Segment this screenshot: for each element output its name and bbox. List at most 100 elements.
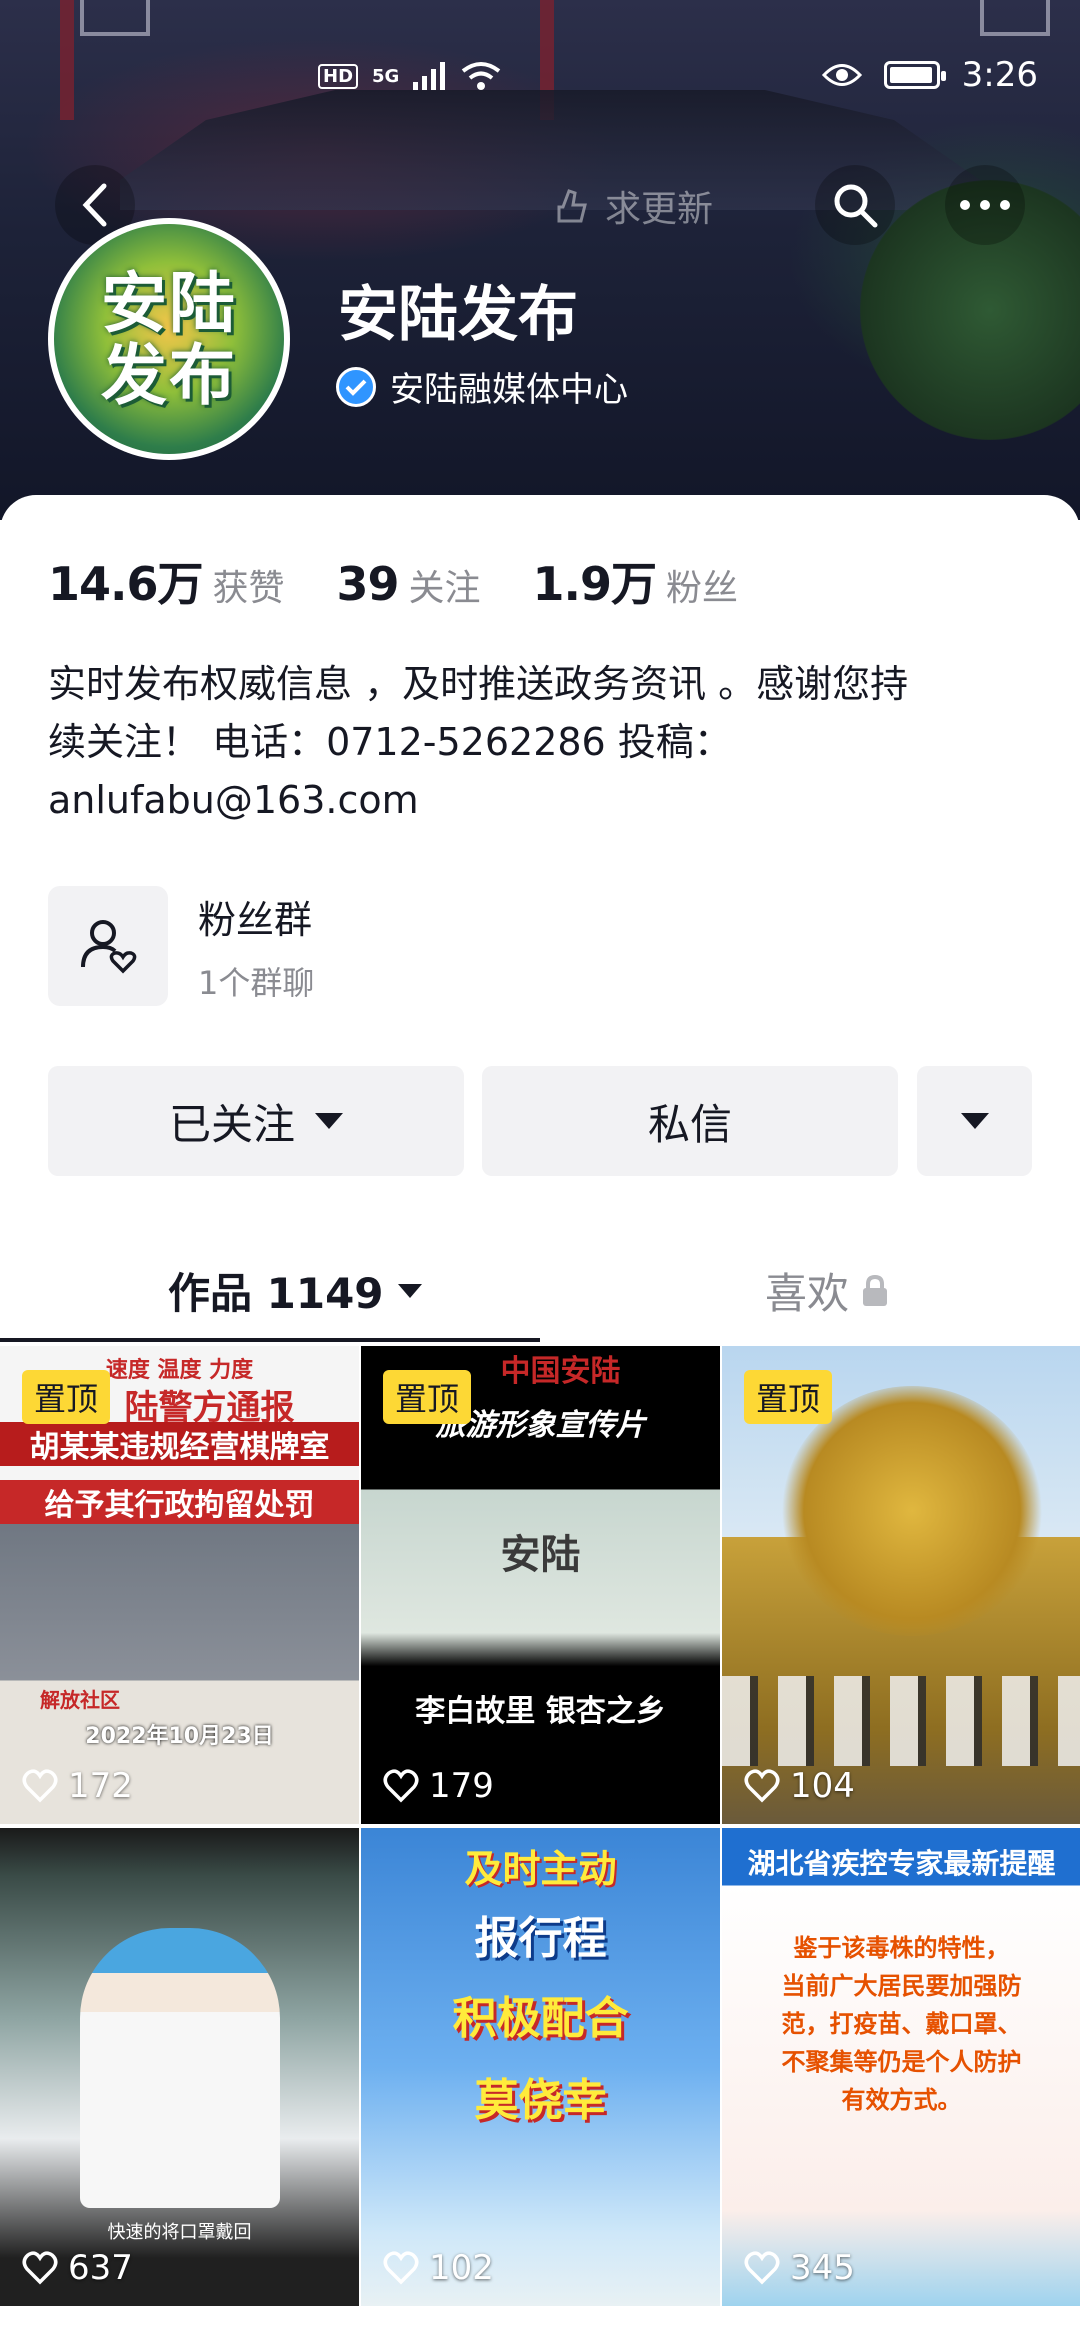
banner-decoration (980, 0, 1050, 36)
fans-group-text: 粉丝群 1个群聊 (198, 889, 314, 1004)
like-count: 637 (22, 2248, 133, 2288)
video-tile[interactable]: 及时主动 报行程 积极配合 莫侥幸 102 (361, 1828, 720, 2306)
video-caption: 解放社区 (40, 1688, 120, 1712)
clock: 3:26 (961, 55, 1038, 95)
caret-down-icon (315, 1113, 343, 1129)
video-tile[interactable]: 置顶 104 (722, 1346, 1080, 1824)
nurse-image (80, 1928, 280, 2208)
bio-line: 实时发布权威信息 ，及时推送政务资讯 。感谢您持 (48, 662, 909, 706)
like-count-value: 172 (68, 1766, 133, 1806)
video-caption: 给予其行政拘留处罚 (0, 1480, 359, 1524)
profile-bio: 实时发布权威信息 ，及时推送政务资讯 。感谢您持 续关注！ 电话：0712-52… (48, 655, 1038, 829)
video-caption: 范，打疫苗、戴口罩、 (781, 2010, 1022, 2038)
like-count-value: 104 (790, 1766, 855, 1806)
fans-group-title: 粉丝群 (198, 897, 313, 942)
bio-line: anlufabu@163.com (48, 778, 419, 822)
heart-icon (744, 2251, 780, 2285)
video-tile[interactable]: 置顶 中国安陆 旅游形象宣传片 安陆 李白故里 银杏之乡 179 (361, 1346, 720, 1824)
avatar[interactable]: 安陆 发布 (48, 218, 290, 460)
like-count: 172 (22, 1766, 133, 1806)
video-grid: 置顶 速度 温度 力度 陆警方通报 胡某某违规经营棋牌室 给予其行政拘留处罚 解… (0, 1346, 1080, 2306)
video-caption: 不聚集等仍是个人防护 (781, 2048, 1022, 2076)
more-icon (960, 200, 1010, 210)
like-count-value: 102 (429, 2248, 494, 2288)
like-count: 179 (383, 1766, 494, 1806)
video-caption: 鉴于该毒株的特性， (793, 1934, 1010, 1962)
fans-group-subtitle: 1个群聊 (198, 963, 315, 1002)
like-count-value: 179 (429, 1766, 494, 1806)
video-caption: 李白故里 银杏之乡 (415, 1694, 666, 1729)
video-caption: 快速的将口罩戴回 (107, 2222, 252, 2243)
likes-label: 获赞 (212, 568, 285, 609)
pinned-badge: 置顶 (22, 1370, 111, 1424)
heart-icon (383, 1769, 419, 1803)
followers-label: 粉丝 (666, 568, 739, 609)
fans-group-entry[interactable]: 粉丝群 1个群聊 (48, 886, 314, 1006)
verified-icon (336, 366, 376, 407)
following-stat[interactable]: 39 关注 (337, 557, 481, 611)
network-indicators: HD 5G (318, 61, 501, 91)
search-button[interactable] (815, 165, 895, 245)
video-caption: 湖北省疾控专家最新提醒 (747, 1847, 1056, 1880)
video-caption: 有效方式。 (841, 2086, 962, 2114)
5g-label: 5G (372, 65, 400, 87)
profile-name: 安陆发布 (338, 280, 578, 350)
heart-icon (22, 1769, 58, 1803)
lock-icon (863, 1274, 888, 1306)
likes-count: 14.6万 (48, 557, 203, 611)
pinned-badge: 置顶 (744, 1370, 833, 1424)
pinned-badge: 置顶 (383, 1370, 472, 1424)
following-label: 关注 (408, 568, 481, 609)
video-caption: 当前广大居民要加强防 (781, 1972, 1022, 2000)
content-tabs: 作品 1149 喜欢 (0, 1240, 1080, 1340)
verification-row: 安陆融媒体中心 (336, 362, 628, 411)
following-count: 39 (336, 557, 400, 611)
signal-icon (413, 62, 446, 90)
tab-works[interactable]: 作品 1149 (168, 1260, 422, 1321)
tab-works-label: 作品 1149 (168, 1269, 384, 1318)
likes-stat[interactable]: 14.6万 获赞 (48, 548, 285, 614)
more-button[interactable] (945, 165, 1025, 245)
video-caption: 2022年10月23日 (85, 1724, 274, 1749)
battery-icon (883, 61, 946, 89)
heart-icon (383, 2251, 419, 2285)
video-tile[interactable]: 置顶 速度 温度 力度 陆警方通报 胡某某违规经营棋牌室 给予其行政拘留处罚 解… (0, 1346, 359, 1824)
like-count: 102 (383, 2248, 494, 2288)
caret-down-icon (397, 1283, 422, 1298)
like-count-value: 345 (790, 2248, 855, 2288)
followers-stat[interactable]: 1.9万 粉丝 (533, 548, 739, 614)
followers-count: 1.9万 (532, 557, 657, 611)
heart-icon (22, 2251, 58, 2285)
video-tile[interactable]: 快速的将口罩戴回 637 (0, 1828, 359, 2306)
followed-label: 已关注 (168, 1099, 295, 1149)
hand-icon (557, 189, 587, 223)
like-count-value: 637 (68, 2248, 133, 2288)
request-update-button[interactable]: 求更新 (525, 178, 739, 234)
bio-line: 续关注！ 电话：0712-5262286 投稿： (48, 720, 732, 764)
tab-likes[interactable]: 喜欢 (765, 1260, 889, 1321)
banner-decoration (80, 0, 150, 36)
fans-group-icon (48, 886, 168, 1006)
avatar-logo-line: 安陆 (101, 264, 237, 342)
video-caption: 报行程 (474, 1913, 607, 1964)
video-caption: 安陆 (500, 1531, 581, 1578)
search-icon (834, 184, 878, 228)
video-caption: 胡某某违规经营棋牌室 (0, 1422, 359, 1466)
eye-icon (821, 64, 862, 86)
wifi-icon (462, 62, 501, 90)
request-update-label: 求更新 (605, 189, 714, 230)
chevron-left-icon (82, 183, 107, 227)
figures-image (722, 1676, 1080, 1766)
avatar-logo-line: 发布 (101, 336, 237, 414)
recommend-toggle-button[interactable] (917, 1066, 1032, 1176)
followed-button[interactable]: 已关注 (48, 1066, 464, 1176)
video-caption: 及时主动 (464, 1847, 617, 1891)
video-caption: 积极配合 (452, 1993, 629, 2044)
status-right: 3:26 (821, 55, 1038, 95)
tab-likes-label: 喜欢 (765, 1269, 850, 1318)
status-bar: HD 5G 3:26 (0, 55, 1080, 105)
message-button[interactable]: 私信 (482, 1066, 898, 1176)
heart-icon (744, 1769, 780, 1803)
avatar-logo: 安陆 发布 (101, 267, 237, 411)
video-tile[interactable]: 湖北省疾控专家最新提醒 鉴于该毒株的特性， 当前广大居民要加强防 范，打疫苗、戴… (722, 1828, 1080, 2306)
